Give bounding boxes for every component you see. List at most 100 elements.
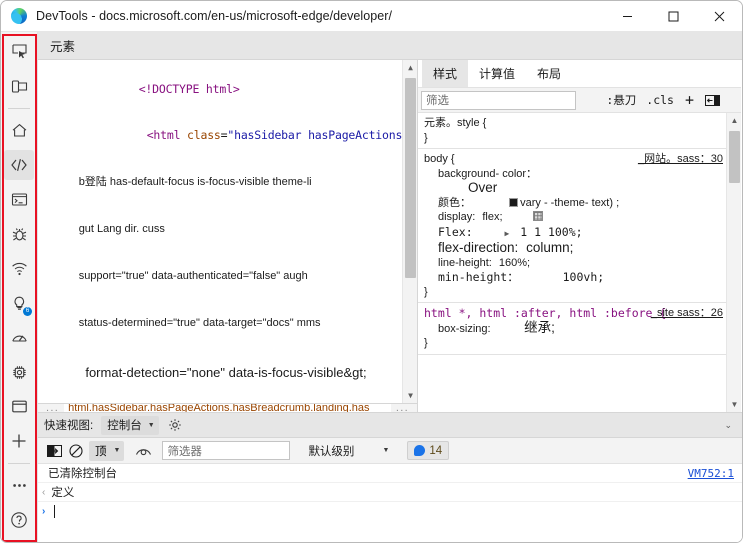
sidebar-item-application[interactable]	[4, 392, 34, 422]
breadcrumb-overflow-left[interactable]: ...	[41, 404, 64, 412]
performance-gauge-icon	[11, 335, 27, 342]
dom-tree-scrollbar[interactable]: ▲ ▼	[402, 60, 417, 403]
scroll-up-arrow-icon[interactable]: ▲	[727, 113, 741, 128]
minimize-button[interactable]	[604, 1, 650, 32]
inspect-element-icon-button[interactable]	[4, 37, 34, 67]
device-emulation-icon-button[interactable]	[4, 72, 34, 102]
css-property-value[interactable]: vary - -theme- text) ;	[520, 197, 619, 209]
tab-layout[interactable]: 布局	[526, 60, 572, 87]
css-property[interactable]: line-height: 160%;	[424, 256, 725, 271]
tab-computed[interactable]: 计算值	[468, 60, 526, 87]
css-property-value[interactable]: Over	[424, 180, 725, 196]
dom-tree[interactable]: <!DOCTYPE html> <html class="hasSidebar …	[38, 60, 417, 403]
sidebar-item-console[interactable]	[4, 185, 34, 215]
css-property-value[interactable]: 100vh;	[563, 270, 605, 284]
breadcrumb-path[interactable]: html.hasSidebar.hasPageActions.hasBreadc…	[64, 403, 391, 412]
console-message-count-badge[interactable]: 14	[407, 441, 450, 460]
style-rule-element-style[interactable]: 元素。style { }	[418, 113, 741, 149]
hov-button[interactable]: :悬刀	[601, 91, 641, 110]
new-style-rule-button[interactable]: +	[679, 91, 700, 110]
console-source-link[interactable]: VM752:1	[688, 467, 734, 480]
add-tool-plus-icon-button[interactable]	[4, 426, 34, 456]
css-property-name: display:	[438, 211, 476, 223]
sidebar-item-issues[interactable]: 6	[4, 288, 34, 318]
expand-triangle-icon[interactable]: ▶	[505, 229, 510, 238]
css-property[interactable]: 颜色： vary - -theme- text) ;	[424, 196, 725, 211]
scroll-down-arrow-icon[interactable]: ▼	[403, 388, 417, 403]
console-prompt-row[interactable]: ›	[38, 502, 742, 521]
css-property-value[interactable]: 1 1 100%;	[520, 225, 582, 239]
quick-view-select[interactable]: 控制台 ▼	[101, 415, 159, 435]
sidebar-item-performance[interactable]	[4, 323, 34, 353]
styles-scrollbar[interactable]: ▲ ▼	[726, 113, 741, 412]
dom-line[interactable]: status-determined="true" data-target="do…	[38, 300, 417, 347]
sidebar-item-debugger[interactable]	[4, 219, 34, 249]
sidebar-item-elements[interactable]	[4, 150, 34, 180]
tab-elements[interactable]: 元素	[38, 32, 88, 59]
scroll-down-arrow-icon[interactable]: ▼	[727, 397, 741, 412]
clear-console-icon	[46, 444, 62, 457]
maximize-button[interactable]	[650, 1, 696, 32]
split-panes: <!DOCTYPE html> <html class="hasSidebar …	[38, 60, 742, 412]
console-row-result[interactable]: ‹ 定义	[38, 483, 742, 502]
close-button[interactable]	[696, 1, 742, 32]
live-expression-button[interactable]	[132, 441, 154, 461]
console-filter-input[interactable]: 筛选器	[162, 441, 291, 460]
rule-source-link[interactable]: _site sass：26	[651, 306, 723, 321]
style-rule-body[interactable]: _网站。sass：30 body { background- color： Ov…	[418, 149, 741, 303]
clear-console-button[interactable]	[43, 441, 65, 461]
css-property-value[interactable]: flex;	[482, 211, 502, 223]
styles-rules-list[interactable]: 元素。style { } _网站。sass：30 body { backgrou…	[418, 113, 741, 412]
console-result-text: 定义	[51, 487, 75, 499]
grid-badge-icon[interactable]	[532, 211, 543, 221]
chevron-down-icon[interactable]: ⌄	[724, 420, 732, 431]
scrollbar-thumb[interactable]	[729, 131, 740, 183]
cls-button[interactable]: .cls	[641, 91, 679, 110]
style-rule-html-universal[interactable]: _site sass：26 html *, html :after, html …	[418, 303, 741, 355]
css-property-value[interactable]: column;	[526, 240, 573, 255]
rail-divider	[8, 108, 30, 109]
sidebar-item-network[interactable]	[4, 254, 34, 284]
welcome-home-icon-button[interactable]	[4, 116, 34, 146]
dom-line[interactable]: ▶<head>…</head>	[38, 398, 417, 403]
console-level-select[interactable]: 默认级别 ▼	[308, 441, 389, 461]
filter-block-button[interactable]	[65, 441, 87, 461]
console-context-select[interactable]: 顶 ▼	[89, 440, 125, 461]
css-property[interactable]: Flex: ▶ 1 1 100%;	[424, 225, 725, 242]
toggle-sidebar-button[interactable]	[700, 91, 725, 110]
dom-tag-html: <html	[146, 128, 181, 143]
more-options-ellipsis-icon-button[interactable]	[4, 471, 34, 501]
css-property[interactable]: background- color：	[424, 167, 725, 182]
dom-line[interactable]: b登陆 has-default-focus is-focus-visible t…	[38, 160, 417, 207]
breadcrumb-overflow-right[interactable]: ...	[391, 404, 414, 412]
css-property[interactable]: flex-direction: column;	[424, 240, 725, 256]
css-property-value[interactable]: 继承;	[524, 320, 555, 335]
dom-line[interactable]: <html class="hasSidebar hasPageActions h…	[38, 113, 417, 160]
scrollbar-thumb[interactable]	[405, 78, 416, 278]
console-terminal-icon	[11, 193, 27, 206]
styles-filter-input[interactable]: 筛选	[421, 90, 576, 110]
help-question-icon-button[interactable]	[4, 505, 34, 535]
dom-line[interactable]: format-detection="none" data-is-focus-vi…	[38, 347, 417, 398]
css-property[interactable]: min-height： 100vh;	[424, 270, 725, 285]
css-property[interactable]: box-sizing: 继承;	[424, 320, 725, 337]
css-property[interactable]: display: flex;	[424, 210, 725, 225]
color-swatch[interactable]	[509, 197, 519, 207]
device-emulation-icon	[11, 80, 27, 93]
scroll-up-arrow-icon[interactable]: ▲	[403, 60, 417, 75]
quick-view-settings-button[interactable]	[168, 418, 182, 432]
sidebar-item-memory[interactable]	[4, 357, 34, 387]
css-property-value[interactable]: 160%;	[499, 257, 530, 269]
tab-styles[interactable]: 样式	[422, 60, 469, 87]
dom-line[interactable]: gut Lang dir. cuss	[38, 206, 417, 253]
console-output[interactable]: 已清除控制台 VM752:1 ‹ 定义 ›	[38, 464, 742, 542]
dom-line[interactable]: support="true" data-authenticated="false…	[38, 253, 417, 300]
rule-source-link[interactable]: _网站。sass：30	[638, 152, 723, 167]
prompt-arrow-icon: ›	[42, 506, 46, 517]
css-property-name: min-height：	[438, 270, 519, 284]
issues-badge: 6	[23, 306, 32, 316]
panel-tabstrip: 元素	[38, 32, 742, 60]
console-row-log[interactable]: 已清除控制台 VM752:1	[38, 464, 742, 483]
rule-selector[interactable]: 元素。style {	[424, 116, 725, 131]
dom-line[interactable]: <!DOCTYPE html>	[38, 66, 417, 113]
